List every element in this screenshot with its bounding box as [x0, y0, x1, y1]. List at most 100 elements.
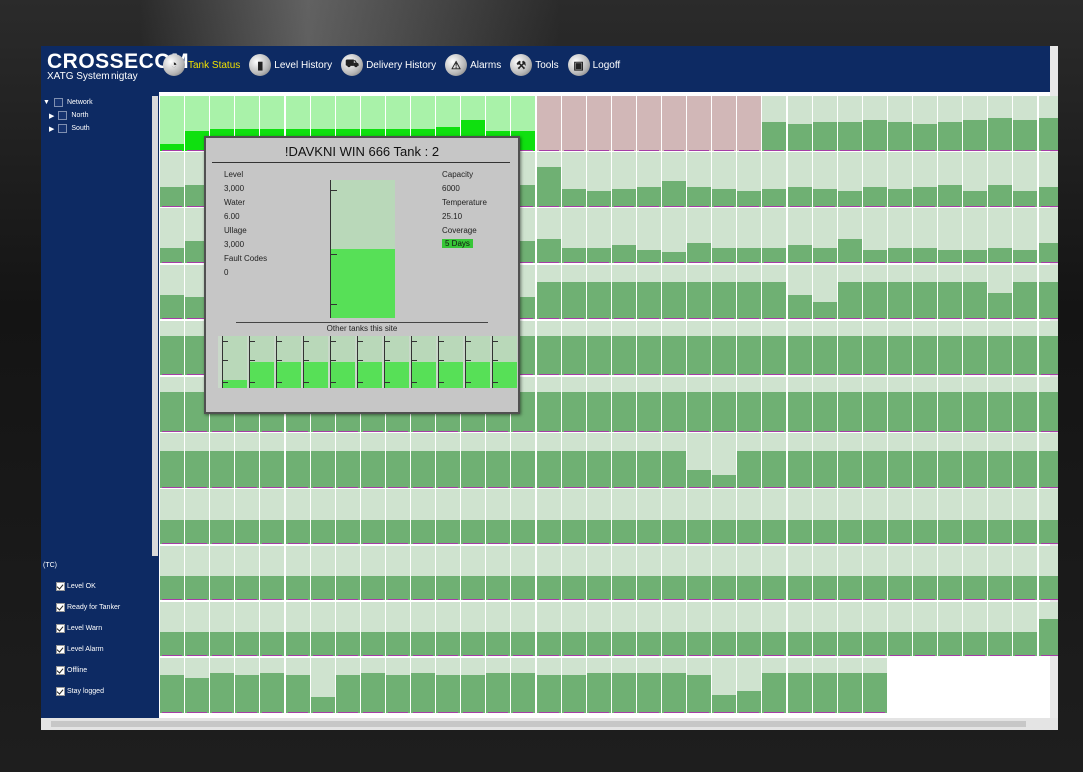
nav-delivery-history[interactable]: ⛟ Delivery History [341, 54, 436, 76]
tank-tile[interactable] [787, 96, 812, 151]
tank-tile[interactable] [160, 208, 185, 263]
tank-tile[interactable] [938, 320, 963, 376]
tank-tile[interactable] [938, 377, 963, 432]
tank-tile[interactable] [662, 96, 687, 151]
tank-tile[interactable] [762, 489, 787, 544]
tank-tile[interactable] [812, 489, 837, 544]
other-tank-gauge[interactable] [357, 336, 382, 388]
nav-label[interactable]: Logoff [593, 60, 621, 71]
tank-tile[interactable] [235, 545, 260, 601]
tank-tile[interactable] [1038, 152, 1058, 207]
tank-tile[interactable] [160, 433, 185, 488]
tank-tile[interactable] [887, 545, 912, 601]
tank-tile[interactable] [586, 658, 611, 713]
tank-tile[interactable] [712, 489, 737, 544]
tank-tile[interactable] [1013, 96, 1038, 151]
legend-checkbox[interactable] [56, 687, 65, 696]
tank-tile[interactable] [536, 96, 561, 151]
legend-item[interactable]: Level Alarm [56, 645, 104, 654]
tank-tile[interactable] [887, 433, 912, 488]
tank-tile[interactable] [461, 658, 486, 713]
tank-tile[interactable] [536, 320, 561, 376]
tank-tile[interactable] [687, 320, 712, 376]
tank-tile[interactable] [662, 545, 687, 601]
tank-tile[interactable] [586, 264, 611, 320]
tank-tile[interactable] [662, 152, 687, 207]
gauge-icon[interactable]: ◔ [163, 54, 185, 76]
tank-tile[interactable] [762, 96, 787, 151]
tank-tile[interactable] [787, 208, 812, 263]
tank-tile[interactable] [787, 264, 812, 320]
tank-tile[interactable] [561, 658, 586, 713]
tank-tile[interactable] [385, 658, 410, 713]
tank-tile[interactable] [611, 658, 636, 713]
tank-tile[interactable] [988, 208, 1013, 263]
tank-tile[interactable] [586, 433, 611, 488]
nav-label[interactable]: Delivery History [366, 60, 436, 71]
other-tank-gauge[interactable] [222, 336, 247, 388]
tank-tile[interactable] [185, 658, 210, 713]
tank-tile[interactable] [913, 545, 938, 601]
tank-tile[interactable] [586, 601, 611, 657]
tank-tile[interactable] [662, 377, 687, 432]
tank-tile[interactable] [160, 658, 185, 713]
tank-tile[interactable] [662, 658, 687, 713]
tank-tile[interactable] [787, 320, 812, 376]
tank-tile[interactable] [963, 320, 988, 376]
tank-tile[interactable] [1013, 152, 1038, 207]
tank-tile[interactable] [586, 96, 611, 151]
nav-label[interactable]: Alarms [470, 60, 501, 71]
tank-tile[interactable] [988, 320, 1013, 376]
tank-tile[interactable] [938, 601, 963, 657]
tank-tile[interactable] [762, 152, 787, 207]
tank-tile[interactable] [185, 601, 210, 657]
tank-tile[interactable] [837, 545, 862, 601]
tank-tile[interactable] [988, 264, 1013, 320]
tank-tile[interactable] [461, 601, 486, 657]
tank-tile[interactable] [837, 264, 862, 320]
tank-tile[interactable] [411, 489, 436, 544]
tank-tile[interactable] [486, 658, 511, 713]
tank-tile[interactable] [837, 320, 862, 376]
tank-tile[interactable] [561, 152, 586, 207]
tank-tile[interactable] [586, 208, 611, 263]
tank-tile[interactable] [862, 601, 887, 657]
tank-tile[interactable] [887, 601, 912, 657]
tank-tile[interactable] [963, 152, 988, 207]
tank-tile[interactable] [963, 208, 988, 263]
other-tank-gauge[interactable] [330, 336, 355, 388]
tank-tile[interactable] [611, 545, 636, 601]
tank-tile[interactable] [536, 489, 561, 544]
tank-tile[interactable] [1013, 208, 1038, 263]
tank-tile[interactable] [260, 545, 285, 601]
tank-tile[interactable] [862, 96, 887, 151]
horizontal-scrollbar[interactable] [41, 718, 1058, 730]
tank-tile[interactable] [1038, 208, 1058, 263]
tank-tile[interactable] [737, 96, 762, 151]
tank-tile[interactable] [1038, 377, 1058, 432]
tank-tile[interactable] [988, 377, 1013, 432]
tank-tile[interactable] [687, 601, 712, 657]
tank-tile[interactable] [887, 152, 912, 207]
tank-tile[interactable] [536, 545, 561, 601]
tank-tile[interactable] [285, 601, 310, 657]
tank-tile[interactable] [360, 433, 385, 488]
nav-logoff[interactable]: ▣ Logoff [567, 54, 621, 76]
tank-tile[interactable] [687, 96, 712, 151]
tank-tile[interactable] [260, 433, 285, 488]
tank-tile[interactable] [561, 545, 586, 601]
tank-tile[interactable] [185, 489, 210, 544]
tank-tile[interactable] [260, 601, 285, 657]
tank-tile[interactable] [737, 320, 762, 376]
tank-tile[interactable] [536, 377, 561, 432]
tank-tile[interactable] [611, 377, 636, 432]
legend-item[interactable]: Level OK [56, 582, 96, 591]
tank-tile[interactable] [988, 433, 1013, 488]
tank-tile[interactable] [963, 545, 988, 601]
nav-alarms[interactable]: ⚠ Alarms [445, 54, 501, 76]
tank-tile[interactable] [636, 489, 661, 544]
tank-tile[interactable] [737, 658, 762, 713]
tank-tile[interactable] [887, 320, 912, 376]
tank-tile[interactable] [988, 96, 1013, 151]
tank-tile[interactable] [511, 601, 536, 657]
